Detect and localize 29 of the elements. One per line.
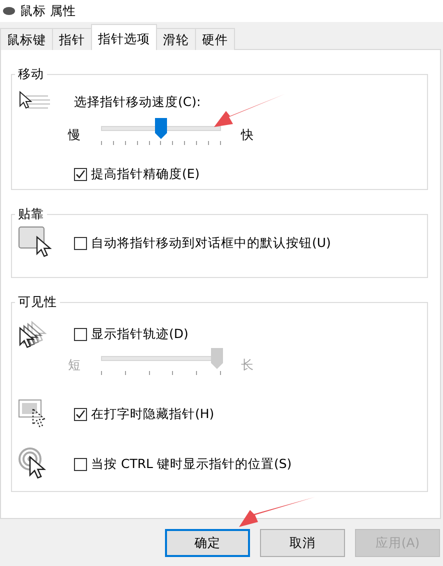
slider-max-label: 长 xyxy=(241,356,254,374)
checkbox-label[interactable]: 提高指针精确度(E) xyxy=(91,164,200,184)
checkbox[interactable] xyxy=(74,408,87,420)
field-label: 选择指针移动速度(C): xyxy=(74,92,201,111)
checkbox[interactable] xyxy=(74,458,87,470)
window-title: 鼠标 属性 xyxy=(20,2,76,20)
checkbox[interactable] xyxy=(74,168,87,180)
slider-max-label: 快 xyxy=(241,126,254,144)
checkbox-label[interactable]: 当按 CTRL 键时显示指针的位置(S) xyxy=(91,454,292,474)
slider-track[interactable] xyxy=(99,118,223,139)
tab[interactable]: 硬件 xyxy=(195,28,235,50)
tab[interactable]: 指针 xyxy=(52,28,92,50)
tab[interactable]: 指针选项 xyxy=(91,24,157,50)
group-title: 移动 xyxy=(17,66,45,82)
tab[interactable]: 滑轮 xyxy=(156,28,196,50)
slider-min-label: 短 xyxy=(68,356,81,374)
mouse-icon xyxy=(2,6,16,16)
checkbox-label[interactable]: 在打字时隐藏指针(H) xyxy=(91,404,214,424)
slider-thumb[interactable] xyxy=(155,118,167,139)
group-title: 贴靠 xyxy=(17,206,45,222)
dialog-button[interactable]: 取消 xyxy=(260,529,345,557)
group-title: 可见性 xyxy=(17,294,58,310)
checkbox-label[interactable]: 显示指针轨迹(D) xyxy=(91,324,188,344)
checkbox[interactable] xyxy=(74,328,87,340)
slider-min-label: 慢 xyxy=(68,126,81,144)
ok-button[interactable]: 确定 xyxy=(165,529,250,557)
checkbox[interactable] xyxy=(74,236,87,250)
tab[interactable]: 鼠标键 xyxy=(0,28,53,50)
checkbox-label[interactable]: 自动将指针移动到对话框中的默认按钮(U) xyxy=(91,234,331,252)
